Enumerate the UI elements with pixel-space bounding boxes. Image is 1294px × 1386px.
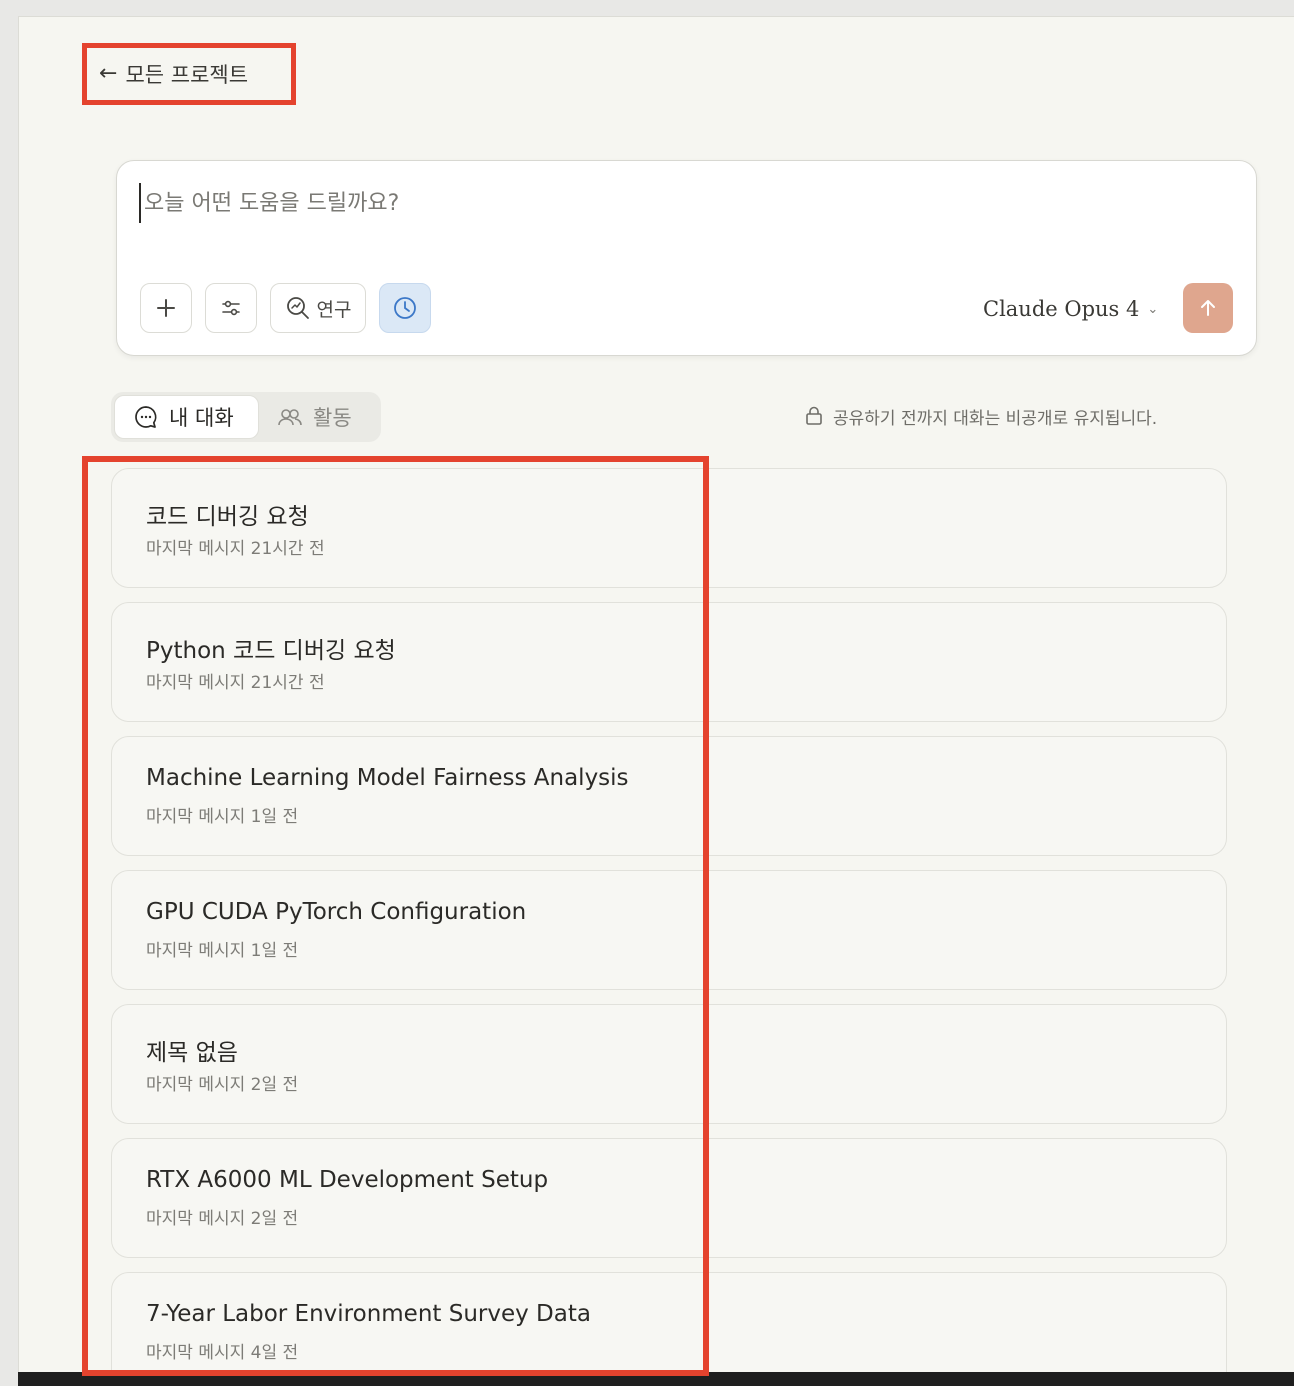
conversation-last-message: 마지막 메시지 1일 전 <box>146 941 299 961</box>
conversation-title: RTX A6000 ML Development Setup <box>146 1167 549 1193</box>
conversation-last-message: 마지막 메시지 2일 전 <box>146 1209 299 1229</box>
back-link-label: 모든 프로젝트 <box>125 63 249 87</box>
clock-icon <box>394 297 416 319</box>
conversation-tabs: 내 대화 활동 <box>111 392 381 442</box>
model-selector[interactable]: Claude Opus 4 ⌄ <box>983 291 1158 327</box>
privacy-note: 공유하기 전까지 대화는 비공개로 유지됩니다. <box>805 401 1157 431</box>
project-page: ← 모든 프로젝트 연구 <box>18 16 1294 1372</box>
conversation-item[interactable]: 7-Year Labor Environment Survey Data 마지막… <box>111 1272 1227 1372</box>
conversation-last-message: 마지막 메시지 1일 전 <box>146 807 299 827</box>
chat-bubble-icon <box>135 406 157 428</box>
extended-thinking-toggle[interactable] <box>379 283 431 333</box>
research-icon <box>286 297 309 319</box>
tab-activity[interactable]: 활동 <box>259 395 370 439</box>
tab-my-conversations-label: 내 대화 <box>169 406 234 430</box>
conversation-last-message: 마지막 메시지 21시간 전 <box>146 539 325 559</box>
arrow-up-icon <box>1201 300 1215 316</box>
tools-settings-button[interactable] <box>205 283 257 333</box>
conversation-item[interactable]: 제목 없음 마지막 메시지 2일 전 <box>111 1004 1227 1124</box>
tab-activity-label: 활동 <box>313 406 352 430</box>
tab-my-conversations[interactable]: 내 대화 <box>114 395 259 439</box>
conversation-item[interactable]: Machine Learning Model Fairness Analysis… <box>111 736 1227 856</box>
conversation-title: 코드 디버깅 요청 <box>146 504 309 530</box>
arrow-left-icon: ← <box>99 61 118 86</box>
plus-icon <box>157 299 175 317</box>
conversation-title: GPU CUDA PyTorch Configuration <box>146 899 527 925</box>
bottom-edge-bar <box>18 1372 1294 1386</box>
conversation-last-message: 마지막 메시지 21시간 전 <box>146 673 325 693</box>
conversation-item[interactable]: GPU CUDA PyTorch Configuration 마지막 메시지 1… <box>111 870 1227 990</box>
send-button[interactable] <box>1183 283 1233 333</box>
chevron-down-icon: ⌄ <box>1147 301 1159 317</box>
users-icon <box>278 409 302 426</box>
research-button[interactable]: 연구 <box>270 283 366 333</box>
add-attachment-button[interactable] <box>140 283 192 333</box>
conversation-title: Machine Learning Model Fairness Analysis <box>146 765 629 791</box>
conversation-item[interactable]: Python 코드 디버깅 요청 마지막 메시지 21시간 전 <box>111 602 1227 722</box>
message-composer: 연구 Claude Opus 4 ⌄ <box>116 160 1257 356</box>
model-label: Claude Opus 4 <box>983 297 1140 321</box>
conversation-title: 제목 없음 <box>146 1040 238 1066</box>
sliders-icon <box>222 300 240 316</box>
conversation-item[interactable]: 코드 디버깅 요청 마지막 메시지 21시간 전 <box>111 468 1227 588</box>
conversation-title: 7-Year Labor Environment Survey Data <box>146 1301 591 1327</box>
lock-icon <box>806 406 822 425</box>
research-label: 연구 <box>316 298 352 321</box>
back-to-all-projects-link[interactable]: ← 모든 프로젝트 <box>99 56 248 92</box>
message-input[interactable] <box>139 183 1039 223</box>
conversation-last-message: 마지막 메시지 4일 전 <box>146 1343 299 1363</box>
conversation-title: Python 코드 디버깅 요청 <box>146 638 396 664</box>
privacy-note-text: 공유하기 전까지 대화는 비공개로 유지됩니다. <box>833 408 1158 429</box>
conversation-last-message: 마지막 메시지 2일 전 <box>146 1075 299 1095</box>
conversation-item[interactable]: RTX A6000 ML Development Setup 마지막 메시지 2… <box>111 1138 1227 1258</box>
